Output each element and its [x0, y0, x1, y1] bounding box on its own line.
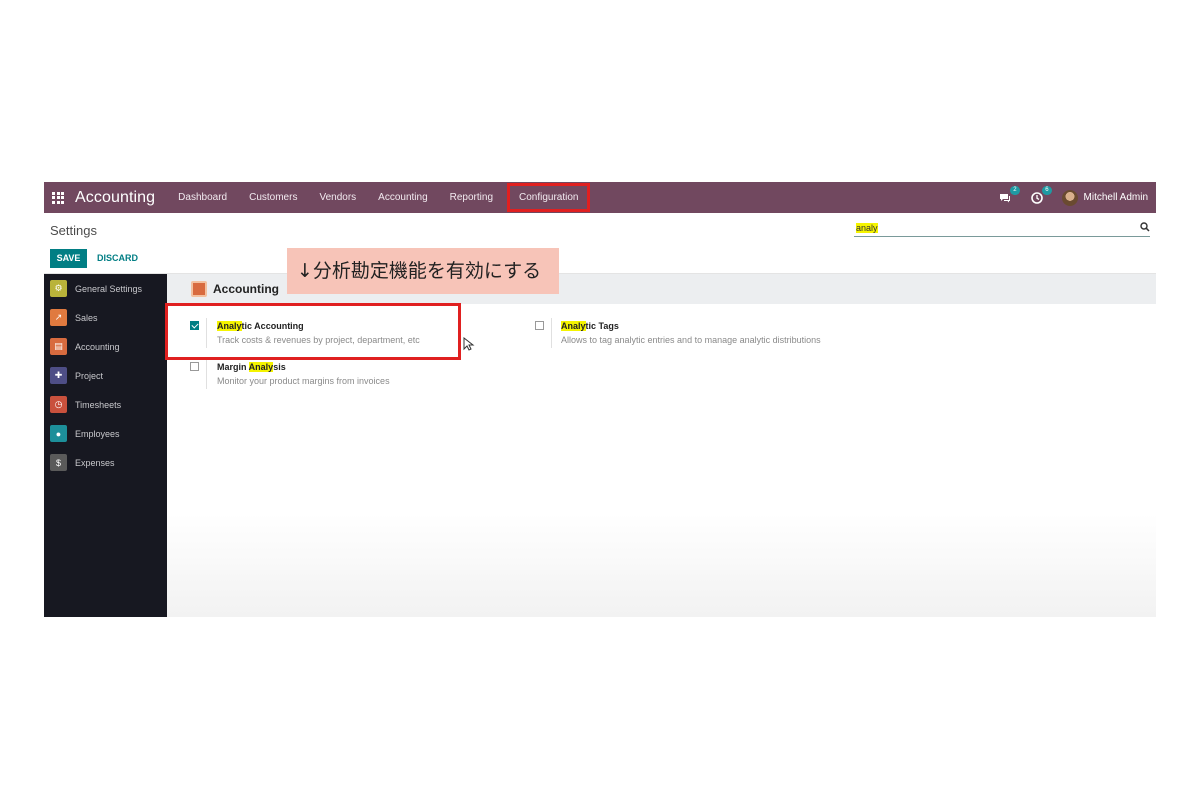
- label-highlight: Analy: [561, 321, 586, 331]
- label-pre: Margin: [217, 362, 249, 372]
- label-highlight: Analy: [248, 362, 274, 372]
- sidebar-item-timesheets[interactable]: ◷ Timesheets: [44, 390, 167, 419]
- sidebar-item-expenses[interactable]: $ Expenses: [44, 448, 167, 477]
- menu-reporting[interactable]: Reporting: [439, 182, 504, 213]
- control-panel: Settings SAVE DISCARD analy: [44, 213, 1156, 274]
- puzzle-icon: ✚: [50, 367, 67, 384]
- sidebar-item-label: Employees: [75, 428, 120, 439]
- divider: [206, 359, 207, 389]
- discard-button[interactable]: DISCARD: [97, 249, 138, 268]
- sidebar-item-label: Timesheets: [75, 399, 122, 410]
- instruction-callout: ↓分析勘定機能を有効にする: [287, 248, 559, 294]
- messages-badge: 2: [1010, 185, 1020, 195]
- analytic-tags-checkbox[interactable]: [535, 321, 544, 330]
- search-input[interactable]: analy: [854, 220, 1150, 237]
- user-name[interactable]: Mitchell Admin: [1084, 192, 1148, 203]
- section-title: Accounting: [213, 282, 279, 296]
- sidebar-item-accounting[interactable]: ▤ Accounting: [44, 332, 167, 361]
- activity-badge: 6: [1042, 185, 1052, 195]
- sidebar-item-label: Accounting: [75, 341, 120, 352]
- sidebar-item-label: Sales: [75, 312, 98, 323]
- margin-analysis-label: Margin Analysis: [217, 362, 286, 372]
- divider: [551, 318, 552, 348]
- invoice-icon: ▤: [50, 338, 67, 355]
- stopwatch-icon: ◷: [50, 396, 67, 413]
- sidebar-item-sales[interactable]: ↗ Sales: [44, 303, 167, 332]
- menu-accounting[interactable]: Accounting: [367, 182, 438, 213]
- activity-clock-icon[interactable]: 6: [1030, 185, 1052, 205]
- expense-icon: $: [50, 454, 67, 471]
- sidebar-item-label: Project: [75, 370, 104, 381]
- analytic-tags-label: Analytic Tags: [561, 321, 619, 331]
- menu-dashboard[interactable]: Dashboard: [167, 182, 238, 213]
- main-menu: Dashboard Customers Vendors Accounting R…: [167, 182, 591, 213]
- breadcrumb: Settings: [50, 223, 97, 238]
- avatar[interactable]: [1061, 189, 1078, 206]
- app-title[interactable]: Accounting: [75, 189, 155, 207]
- menu-customers[interactable]: Customers: [238, 182, 308, 213]
- menu-configuration[interactable]: Configuration: [506, 182, 591, 213]
- analytic-tags-description: Allows to tag analytic entries and to ma…: [561, 335, 821, 345]
- top-navbar: Accounting Dashboard Customers Vendors A…: [44, 182, 1156, 213]
- sidebar-item-label: Expenses: [75, 457, 115, 468]
- navbar-systray: 2 6 Mitchell Admin: [998, 182, 1156, 213]
- margin-analysis-checkbox[interactable]: [190, 362, 199, 371]
- search-icon[interactable]: [1140, 222, 1150, 232]
- margin-analysis-description: Monitor your product margins from invoic…: [217, 376, 390, 386]
- label-rest: tic Tags: [585, 321, 619, 331]
- odoo-window: Accounting Dashboard Customers Vendors A…: [44, 182, 1156, 617]
- chart-icon: ↗: [50, 309, 67, 326]
- settings-sidebar: ⚙ General Settings ↗ Sales ▤ Accounting …: [44, 274, 167, 617]
- label-rest: sis: [273, 362, 286, 372]
- sidebar-item-employees[interactable]: ● Employees: [44, 419, 167, 448]
- messages-icon[interactable]: 2: [998, 185, 1020, 205]
- people-icon: ●: [50, 425, 67, 442]
- mouse-cursor-icon: [463, 337, 475, 351]
- apps-menu-icon[interactable]: [52, 191, 64, 204]
- menu-vendors[interactable]: Vendors: [308, 182, 367, 213]
- sidebar-item-general-settings[interactable]: ⚙ General Settings: [44, 274, 167, 303]
- save-button[interactable]: SAVE: [50, 249, 87, 268]
- analytic-accounting-highlight-box: [165, 303, 461, 360]
- gear-icon: ⚙: [50, 280, 67, 297]
- search-value: analy: [856, 223, 878, 233]
- accounting-app-icon: [191, 281, 207, 297]
- sidebar-item-project[interactable]: ✚ Project: [44, 361, 167, 390]
- sidebar-item-label: General Settings: [75, 283, 143, 294]
